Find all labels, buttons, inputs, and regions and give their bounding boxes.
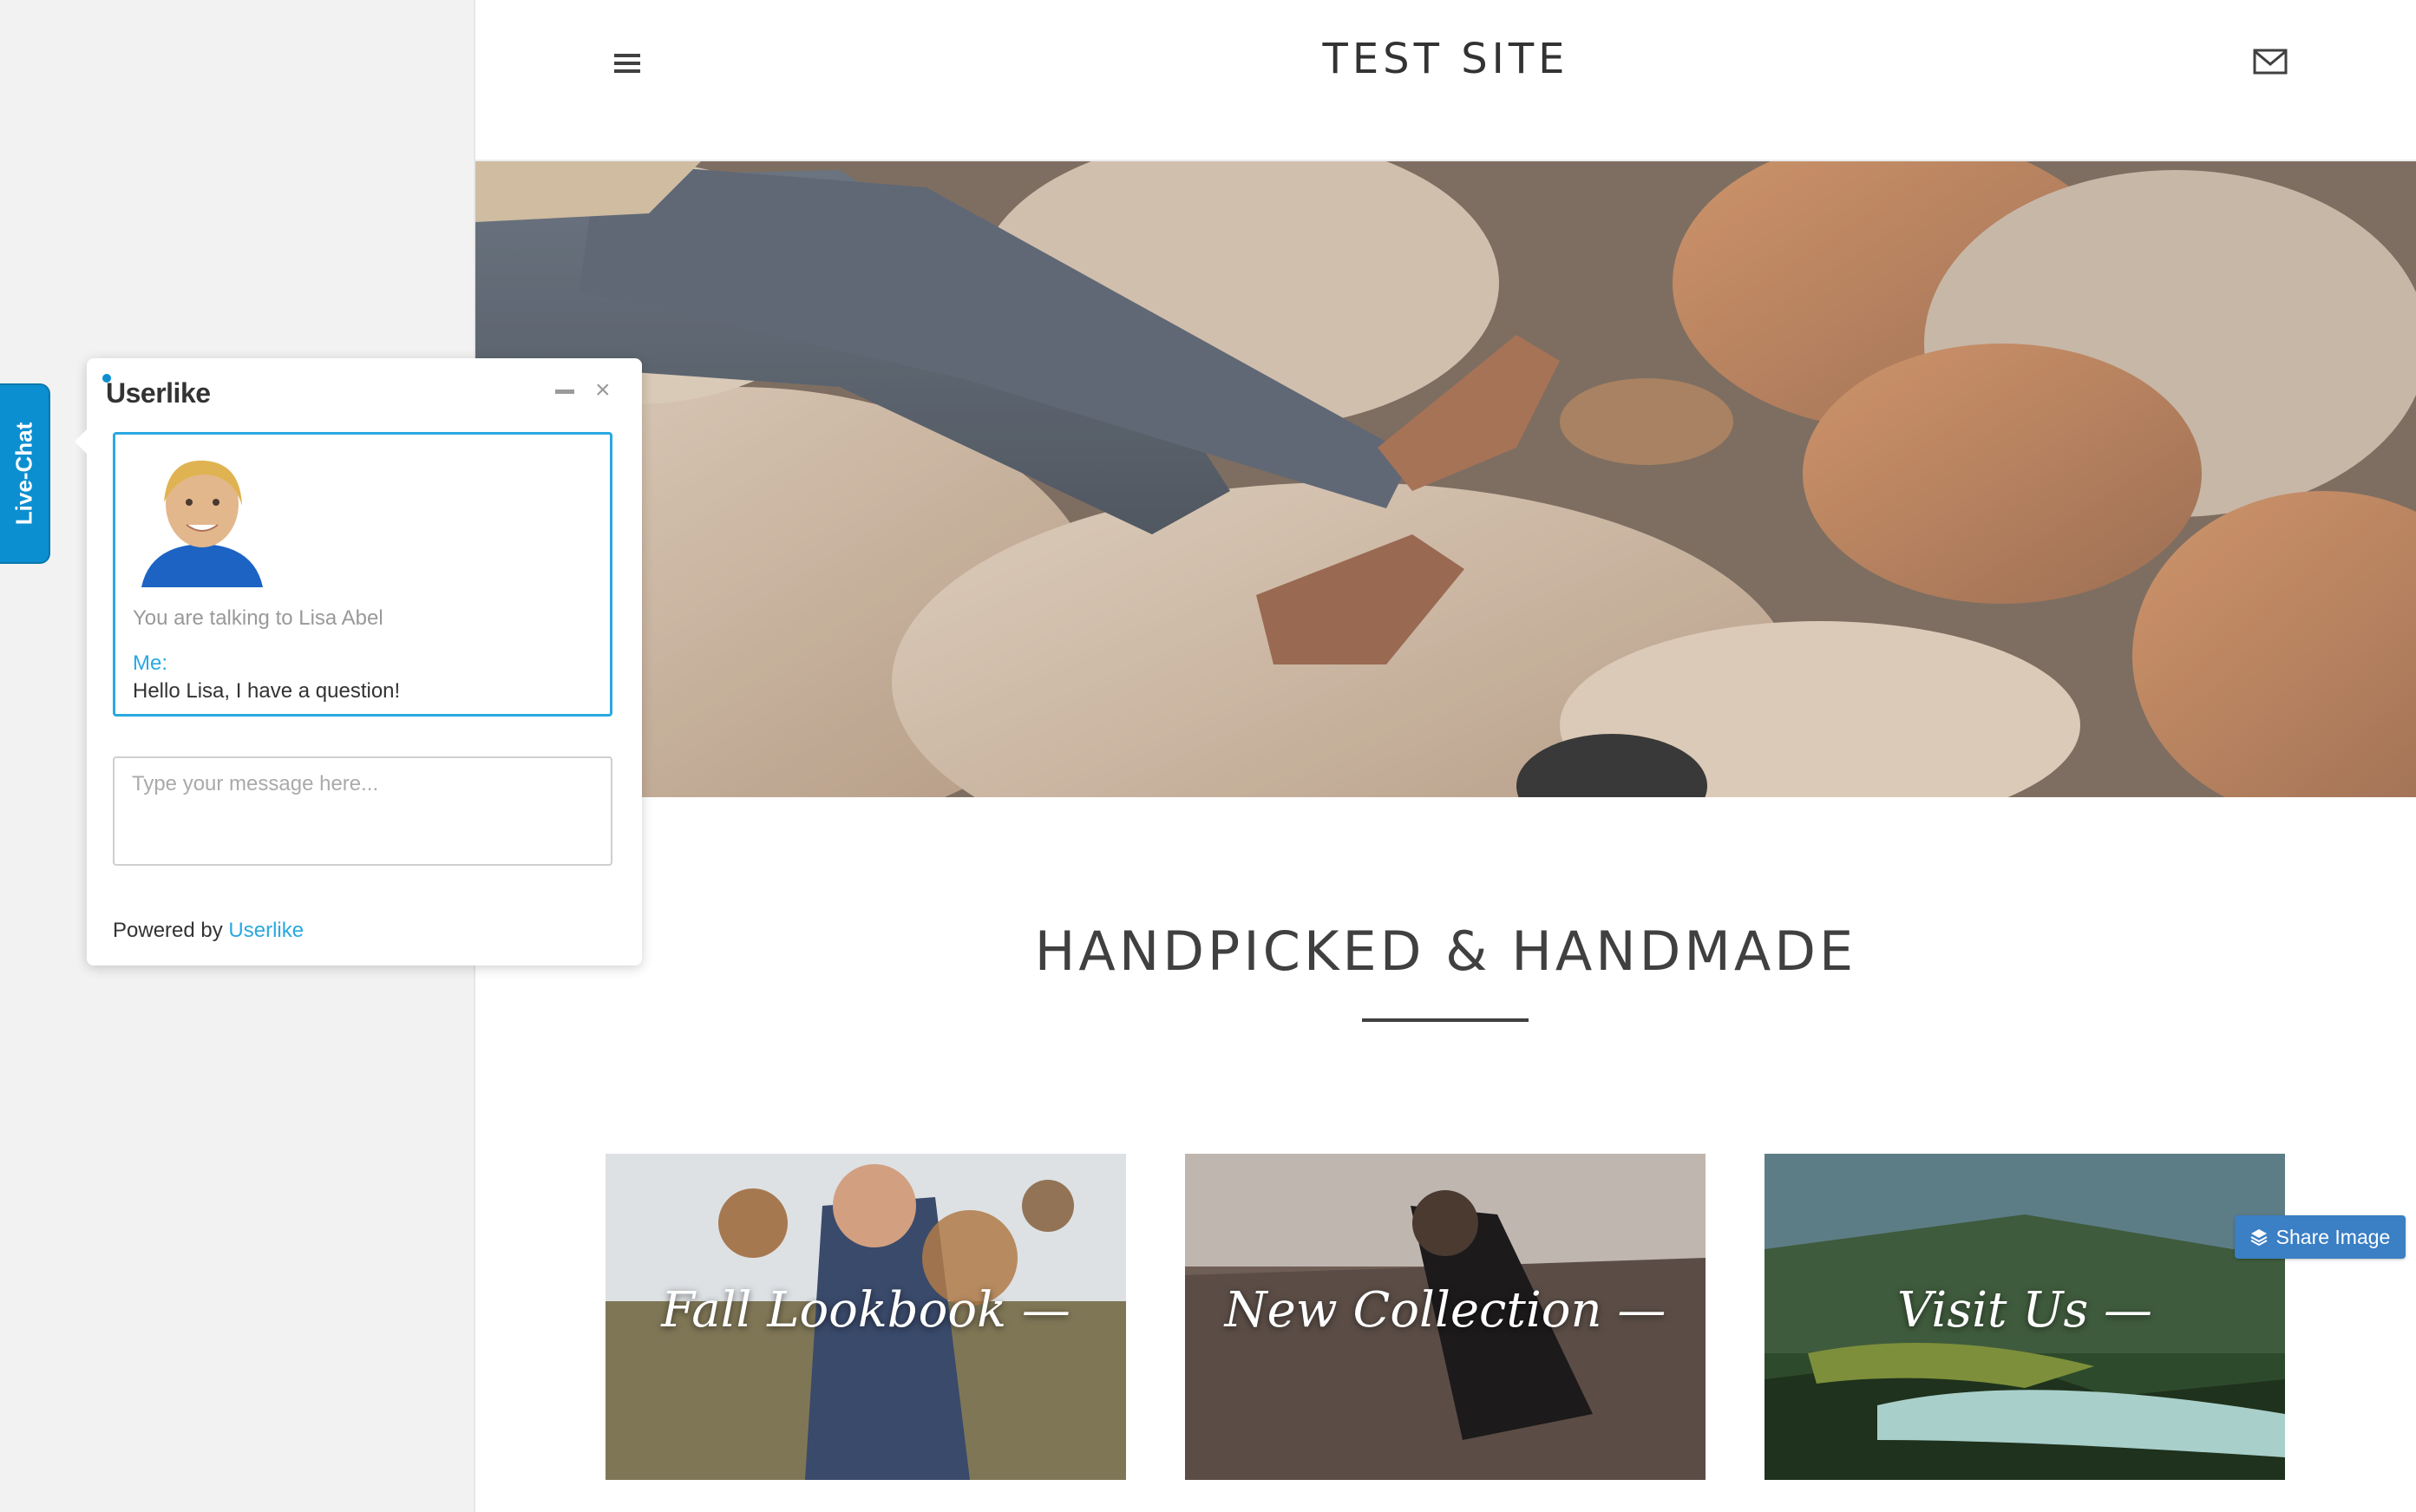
card-fall-lookbook[interactable]: Fall Lookbook — [606, 1154, 1126, 1480]
card-visit-us[interactable]: Visit Us — [1765, 1154, 2285, 1480]
site-title: TEST SITE [1322, 35, 1569, 83]
card-label: New Collection — [1224, 1282, 1666, 1339]
agent-avatar [133, 450, 270, 587]
userlike-link[interactable]: Userlike [228, 919, 304, 942]
mail-icon[interactable] [2253, 48, 2288, 75]
message-input[interactable] [113, 756, 612, 866]
layers-icon [2250, 1229, 2268, 1246]
chat-status: You are talking to Lisa Abel [133, 606, 383, 630]
section-heading: HANDPICKED & HANDMADE [1034, 920, 1857, 983]
website: TEST SITE HANDPICKED & HANDMADE Fall Loo… [475, 0, 2416, 1512]
close-icon[interactable]: × [595, 377, 611, 403]
powered-by: Powered by Userlike [113, 919, 304, 943]
userlike-brand-text: Userlike [106, 377, 211, 409]
chat-sender-label: Me: [133, 651, 168, 675]
minimize-icon[interactable] [555, 389, 574, 394]
live-chat-tab[interactable]: Live-Chat [0, 383, 50, 564]
logo-dot [102, 374, 111, 383]
hero-image [475, 161, 2416, 797]
chat-pointer [75, 429, 87, 454]
chat-widget: Userlike × You are talking to Lisa Abel … [75, 358, 642, 965]
site-header: TEST SITE [475, 0, 2416, 161]
chat-log: You are talking to Lisa Abel Me: Hello L… [113, 432, 612, 717]
card-label: Visit Us — [1896, 1282, 2153, 1339]
powered-by-prefix: Powered by [113, 919, 223, 942]
card-label: Fall Lookbook — [661, 1282, 1071, 1339]
share-image-label: Share Image [2275, 1225, 2391, 1248]
live-chat-tab-label: Live-Chat [10, 422, 37, 526]
userlike-logo: Userlike [102, 374, 211, 409]
card-new-collection[interactable]: New Collection — [1185, 1154, 1706, 1480]
share-image-button[interactable]: Share Image [2235, 1215, 2406, 1259]
chat-message: Hello Lisa, I have a question! [133, 679, 401, 703]
heading-divider [1362, 1018, 1529, 1022]
